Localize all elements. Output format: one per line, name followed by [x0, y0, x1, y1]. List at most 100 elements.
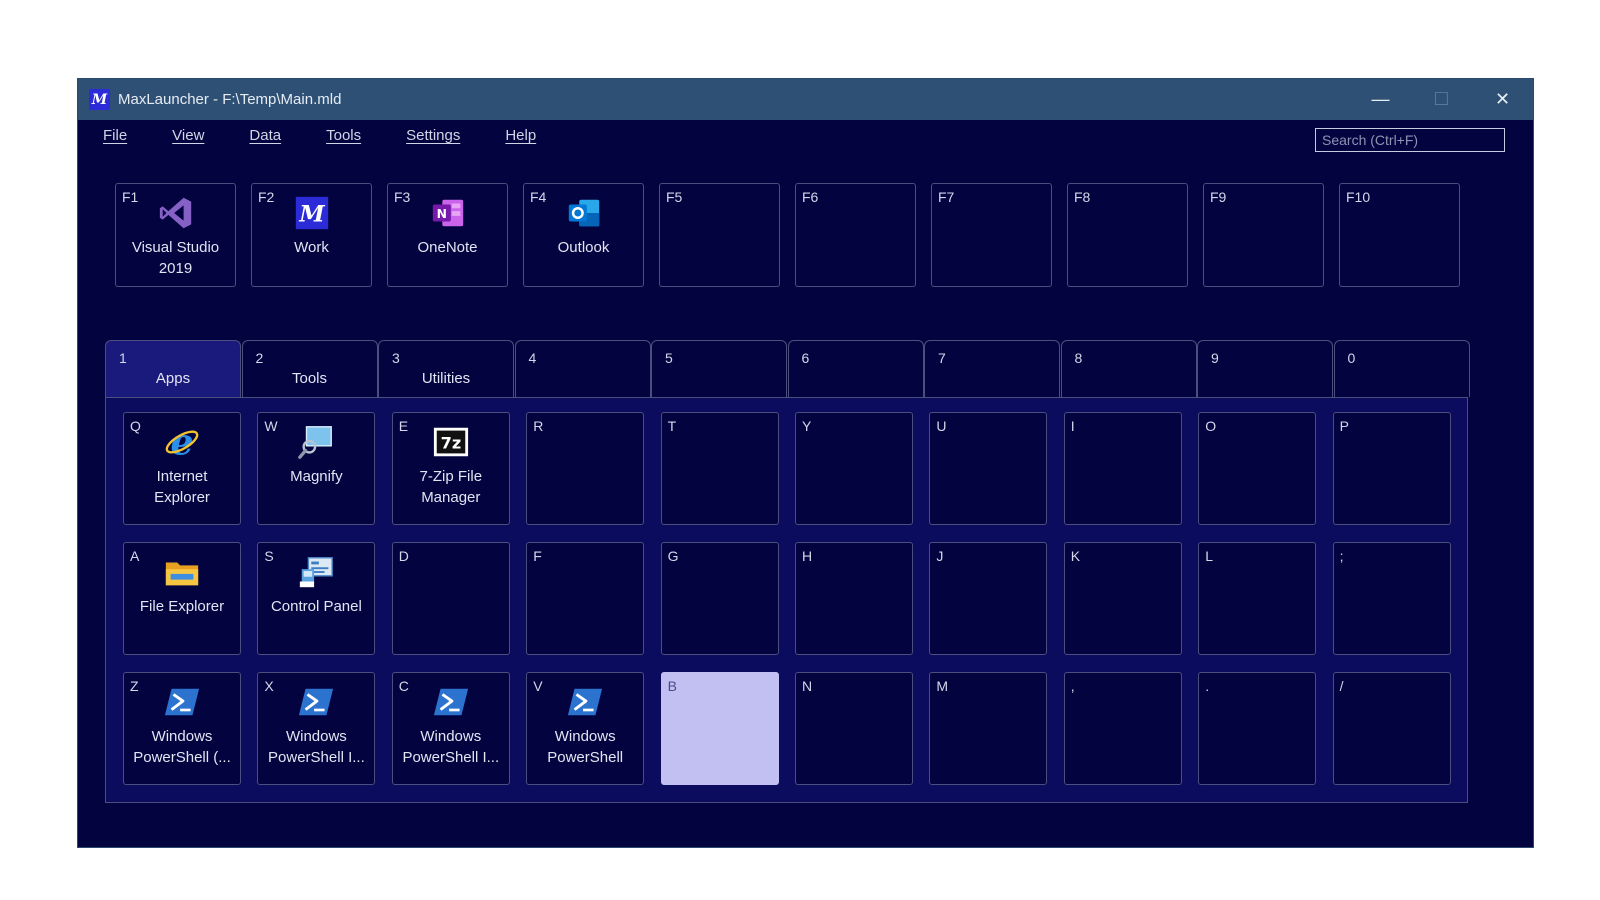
shortcut-tile-e[interactable]: E 7z 7-Zip File Manager [391, 412, 510, 525]
shortcut-tile-semicolon[interactable]: ; [1332, 542, 1451, 655]
shortcut-tile-f8[interactable]: F8 [1067, 183, 1188, 287]
shortcut-tile-v[interactable]: V Windows PowerShell [526, 672, 645, 785]
shortcut-tile-y[interactable]: Y [795, 412, 913, 525]
shortcut-tile-x[interactable]: X Windows PowerShell I... [257, 672, 376, 785]
shortcut-tile-a[interactable]: A File Explorer [123, 542, 241, 655]
shortcut-tile-n[interactable]: N [795, 672, 913, 785]
menu-help[interactable]: Help [505, 127, 536, 151]
tile-key-label: U [936, 418, 947, 434]
menu-file[interactable]: File [103, 127, 127, 151]
tab-8[interactable]: 8 [1060, 340, 1197, 397]
shortcut-tile-k[interactable]: K [1063, 542, 1182, 655]
menu-tools[interactable]: Tools [326, 127, 361, 151]
shortcut-tile-b[interactable]: B [660, 672, 779, 785]
shortcut-grid: Qe Internet Explorer W Magnify E 7z 7-Zip File… [123, 412, 1453, 792]
tile-key-label: V [533, 678, 543, 694]
tile-label: Magnify [290, 468, 343, 485]
tile-key-label: , [1070, 678, 1075, 694]
maxlauncher-logo-icon: M [89, 89, 110, 110]
menu-bar: File View Data Tools Settings Help [103, 127, 581, 151]
shortcut-tile-w[interactable]: W Magnify [257, 412, 376, 525]
tile-label: Outlook [557, 239, 610, 256]
maxlauncher-icon: M [293, 194, 331, 232]
visual-studio-icon [157, 194, 195, 232]
shortcut-tile-j[interactable]: J [929, 542, 1048, 655]
menu-settings[interactable]: Settings [406, 127, 460, 151]
shortcut-tile-c[interactable]: C Windows PowerShell I... [391, 672, 510, 785]
tile-key-label: C [398, 678, 409, 694]
powershell-icon [566, 683, 604, 721]
tab-0[interactable]: 0 [1333, 340, 1470, 397]
shortcut-tile-t[interactable]: T [660, 412, 779, 525]
close-button[interactable]: ✕ [1472, 79, 1533, 120]
tab-number: 3 [392, 350, 400, 366]
shortcut-tile-f9[interactable]: F9 [1203, 183, 1324, 287]
tile-label: OneNote [417, 239, 478, 256]
shortcut-tile-f3[interactable]: F3 N OneNote [387, 183, 508, 287]
tile-key-label: Z [130, 678, 139, 694]
menu-view[interactable]: View [172, 127, 204, 151]
tab-number: 2 [255, 350, 264, 366]
shortcut-tile-l[interactable]: L [1198, 542, 1317, 655]
tile-key-label: Q [130, 418, 141, 434]
shortcut-tile-period[interactable]: . [1198, 672, 1317, 785]
tab-1[interactable]: 1 Apps [105, 340, 241, 398]
tile-key-label: N [802, 678, 813, 694]
outlook-icon [565, 194, 603, 232]
shortcut-tile-p[interactable]: P [1332, 412, 1451, 525]
tile-label: Windows PowerShell (... [133, 728, 231, 766]
shortcut-tile-q[interactable]: Qe Internet Explorer [123, 412, 241, 525]
shortcut-tile-f4[interactable]: F4 Outlook [523, 183, 644, 287]
tab-6[interactable]: 6 [787, 340, 924, 397]
tab-number: 7 [938, 350, 946, 366]
menu-data[interactable]: Data [249, 127, 281, 151]
shortcut-tile-u[interactable]: U [929, 412, 1048, 525]
tile-key-label: F9 [1210, 189, 1227, 205]
shortcut-tile-m[interactable]: M [929, 672, 1048, 785]
shortcut-tile-o[interactable]: O [1198, 412, 1317, 525]
shortcut-tile-f[interactable]: F [526, 542, 645, 655]
svg-text:M: M [298, 202, 325, 228]
tab-5[interactable]: 5 [651, 340, 787, 397]
tile-key-label: T [667, 418, 677, 434]
shortcut-tile-f7[interactable]: F7 [931, 183, 1052, 287]
onenote-icon: N [429, 194, 467, 232]
control-panel-icon [297, 553, 335, 591]
shortcut-tile-f10[interactable]: F10 [1339, 183, 1460, 287]
tile-key-label: F2 [258, 189, 275, 205]
shortcut-tile-f2[interactable]: F2 M Work [251, 183, 372, 287]
function-key-row: F1 Visual Studio 2019 F2 M Work F3 N OneNote F4 O… [115, 183, 1515, 288]
title-bar[interactable]: M MaxLauncher - F:\Temp\Main.mld — ☐ ✕ [78, 79, 1533, 120]
shortcut-tile-f1[interactable]: F1 Visual Studio 2019 [115, 183, 236, 287]
tab-2[interactable]: 2 Tools [241, 340, 378, 397]
shortcut-tile-slash[interactable]: / [1332, 672, 1451, 785]
shortcut-tile-r[interactable]: R [526, 412, 645, 525]
tab-3[interactable]: 3 Utilities [378, 340, 514, 397]
app-window: M MaxLauncher - F:\Temp\Main.mld — ☐ ✕ F… [77, 78, 1534, 848]
tile-label: Internet Explorer [154, 468, 210, 506]
shortcut-tile-d[interactable]: D [391, 542, 510, 655]
shortcut-tile-comma[interactable]: , [1063, 672, 1182, 785]
search-input[interactable] [1315, 128, 1505, 152]
shortcut-tile-s[interactable]: S Control Panel [257, 542, 376, 655]
tab-7[interactable]: 7 [924, 340, 1060, 397]
shortcut-tile-f5[interactable]: F5 [659, 183, 780, 287]
magnify-icon [297, 423, 335, 461]
powershell-icon [432, 683, 470, 721]
shortcut-tile-h[interactable]: H [795, 542, 913, 655]
shortcut-tile-f6[interactable]: F6 [795, 183, 916, 287]
shortcut-tile-g[interactable]: G [660, 542, 779, 655]
tab-number: 5 [665, 350, 673, 366]
powershell-icon [297, 683, 335, 721]
tile-key-label: F5 [666, 189, 683, 205]
shortcut-tile-z[interactable]: Z Windows PowerShell (... [123, 672, 241, 785]
tile-key-label: M [936, 678, 949, 694]
file-explorer-icon [163, 553, 201, 591]
minimize-button[interactable]: — [1350, 79, 1411, 120]
tile-label: Windows PowerShell [547, 728, 624, 766]
tile-label: Windows PowerShell I... [268, 728, 365, 766]
maximize-button[interactable]: ☐ [1411, 79, 1472, 120]
tab-4[interactable]: 4 [514, 340, 651, 397]
tab-9[interactable]: 9 [1197, 340, 1333, 397]
shortcut-tile-i[interactable]: I [1063, 412, 1182, 525]
